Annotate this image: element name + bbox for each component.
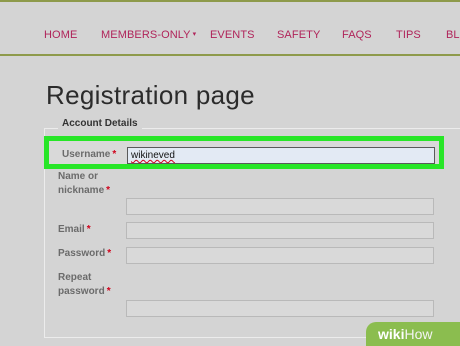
nav-faqs[interactable]: FAQS <box>342 29 372 41</box>
fieldset-legend: Account Details <box>58 118 142 129</box>
nav-members-only-label: MEMBERS-ONLY <box>101 29 191 41</box>
required-marker: * <box>106 286 111 297</box>
chevron-down-icon: ▾ <box>192 31 197 38</box>
repeat-password-input[interactable] <box>126 300 434 317</box>
nav-events[interactable]: EVENTS <box>210 29 255 41</box>
username-label: Username * <box>62 149 117 160</box>
top-navigation: HOME MEMBERS-ONLY ▾ EVENTS SAFETY FAQS TI… <box>0 0 460 56</box>
name-input[interactable] <box>126 198 434 215</box>
page-title: Registration page <box>46 80 255 110</box>
username-value: wikineved <box>131 150 175 161</box>
nav-home[interactable]: HOME <box>44 29 77 41</box>
name-label: Name or nickname * <box>58 171 111 196</box>
nav-tips[interactable]: TIPS <box>396 29 421 41</box>
nav-members-only[interactable]: MEMBERS-ONLY ▾ <box>101 29 196 41</box>
username-row-highlight: Username * wikineved <box>44 136 444 169</box>
nav-safety[interactable]: SAFETY <box>277 29 320 41</box>
required-marker: * <box>106 185 111 196</box>
username-input[interactable]: wikineved <box>127 147 435 164</box>
required-marker: * <box>112 149 117 160</box>
email-label: Email * <box>58 224 91 235</box>
wikihow-watermark: wikiHow <box>366 322 460 346</box>
required-marker: * <box>86 224 91 235</box>
password-input[interactable] <box>126 247 434 264</box>
email-input[interactable] <box>126 222 434 239</box>
password-label: Password * <box>58 248 112 259</box>
repeat-password-label: Repeat password * <box>58 272 111 297</box>
nav-blog[interactable]: BL <box>446 29 460 41</box>
required-marker: * <box>107 248 112 259</box>
